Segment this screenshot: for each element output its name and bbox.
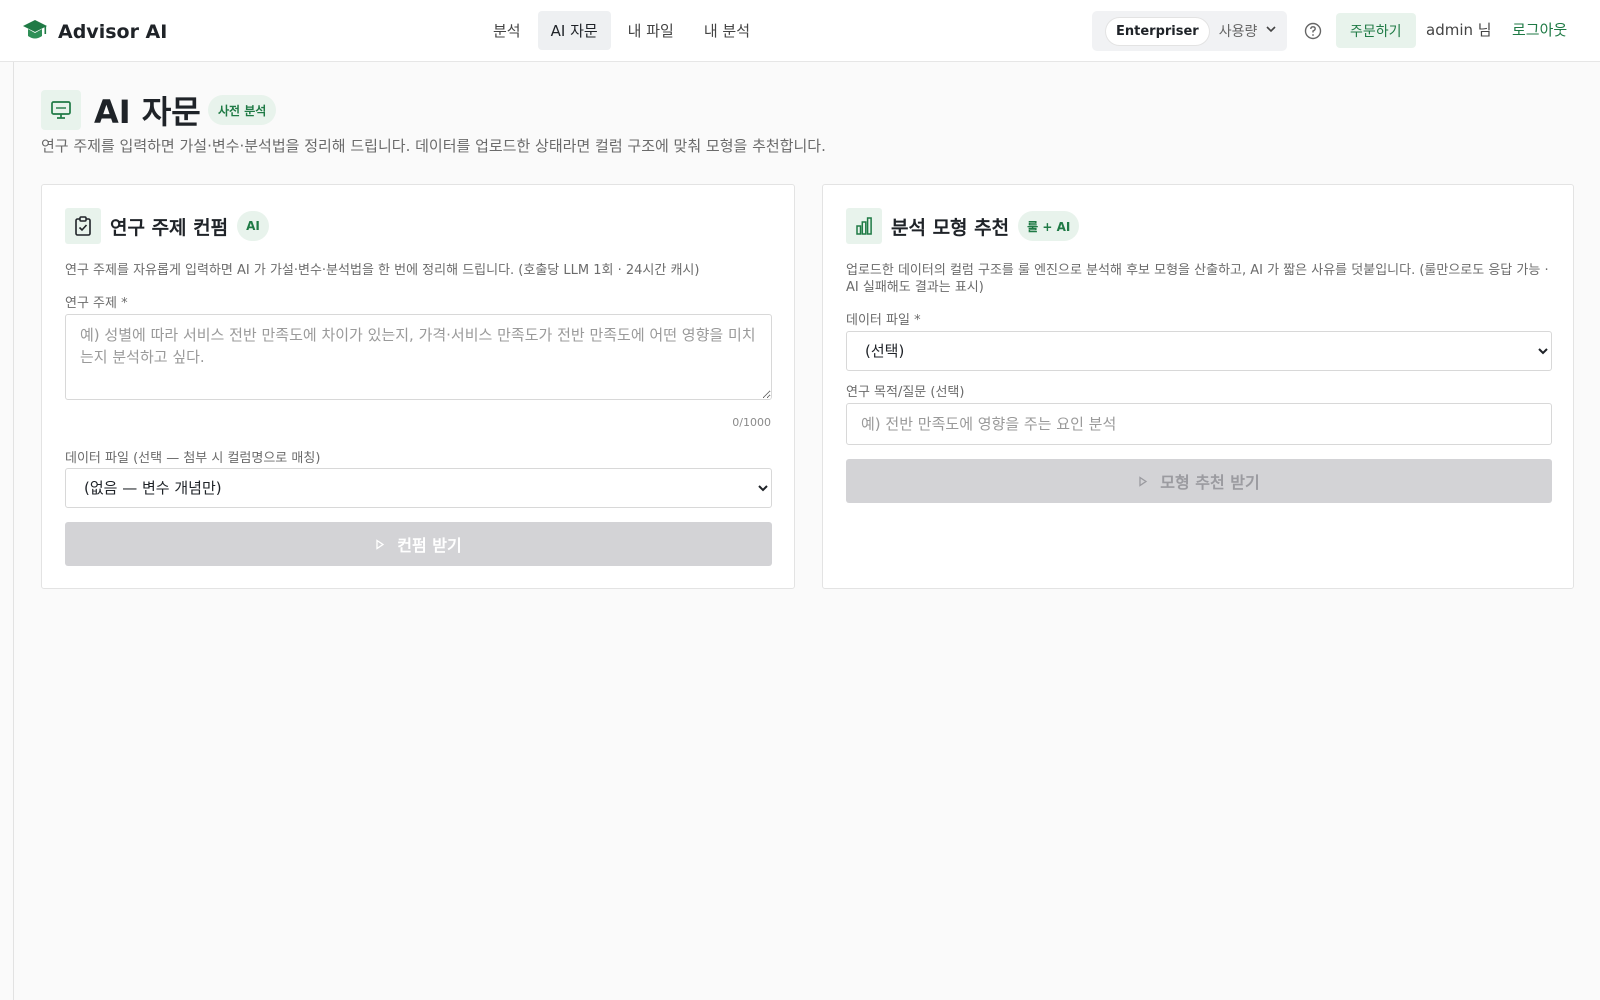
rule-ai-badge: 룰 + AI — [1018, 211, 1080, 241]
card-description: 연구 주제를 자유롭게 입력하면 AI 가 가설·변수·분석법을 한 번에 정리… — [65, 263, 700, 278]
chevron-down-icon — [1265, 23, 1277, 39]
confirm-submit-label: 컨펌 받기 — [397, 536, 462, 555]
card-header: 분석 모형 추천 룰 + AI — [846, 208, 1080, 244]
question-label: 연구 목적/질문 (선택) — [846, 385, 965, 400]
topic-textarea[interactable] — [65, 314, 772, 400]
logout-link[interactable]: 로그아웃 — [1512, 19, 1567, 40]
tab-my-files[interactable]: 내 파일 — [615, 11, 687, 50]
recommend-submit-button[interactable]: 모형 추천 받기 — [846, 459, 1552, 503]
play-icon — [1138, 472, 1148, 491]
char-counter: 0/1000 — [732, 416, 771, 429]
page-subtitle: 연구 주제를 입력하면 가설·변수·분석법을 정리해 드립니다. 데이터를 업로… — [41, 137, 826, 155]
graduation-cap-icon — [22, 17, 48, 47]
model-recommend-card: 분석 모형 추천 룰 + AI 업로드한 데이터의 컬럼 구조를 룰 엔진으로 … — [822, 184, 1574, 589]
recommend-submit-label: 모형 추천 받기 — [1160, 473, 1260, 492]
topic-label: 연구 주제 * — [65, 296, 128, 311]
data-file-select[interactable]: (없음 — 변수 개념만) — [65, 468, 772, 508]
tab-ai-consult[interactable]: AI 자문 — [537, 11, 611, 50]
confirm-submit-button[interactable]: 컨펌 받기 — [65, 522, 772, 566]
card-title: 연구 주제 컨펌 — [110, 216, 229, 239]
bar-chart-icon — [846, 208, 882, 244]
tab-analysis[interactable]: 분석 — [480, 11, 534, 50]
usage-label: 사용량 — [1218, 24, 1258, 40]
top-header: Advisor AI 분석 AI 자문 내 파일 내 분석 Enterprise… — [0, 0, 1600, 62]
sidebar-divider — [13, 62, 14, 1000]
file-label: 데이터 파일 (선택 — 첨부 시 컬럼명으로 매칭) — [65, 451, 321, 466]
user-name: admin 님 — [1426, 21, 1492, 39]
monitor-icon — [41, 90, 81, 130]
page-title: AI 자문 — [94, 93, 201, 131]
card-description: 업로드한 데이터의 컬럼 구조를 룰 엔진으로 분석해 후보 모형을 산출하고,… — [846, 263, 1549, 295]
clipboard-check-icon — [65, 208, 101, 244]
brand[interactable]: Advisor AI — [22, 17, 167, 47]
brand-name: Advisor AI — [58, 21, 168, 43]
card-header: 연구 주제 컨펌 AI — [65, 208, 269, 244]
model-data-file-select[interactable]: (선택) — [846, 331, 1552, 371]
ai-badge: AI — [237, 211, 269, 241]
help-icon[interactable] — [1304, 22, 1322, 44]
usage-group: 사용량 — [1219, 21, 1278, 41]
pre-analysis-badge: 사전 분석 — [208, 95, 277, 125]
play-icon — [375, 535, 385, 554]
file-label: 데이터 파일 * — [846, 313, 921, 328]
tab-my-analyses[interactable]: 내 분석 — [691, 11, 763, 50]
question-input[interactable] — [846, 403, 1552, 445]
main-nav: 분석 AI 자문 내 파일 내 분석 — [480, 11, 763, 50]
plan-usage-dropdown[interactable]: Enterpriser 사용량 — [1092, 11, 1287, 51]
topic-confirm-card: 연구 주제 컨펌 AI 연구 주제를 자유롭게 입력하면 AI 가 가설·변수·… — [41, 184, 795, 589]
order-button[interactable]: 주문하기 — [1336, 13, 1416, 48]
plan-badge: Enterpriser — [1106, 17, 1209, 45]
card-title: 분석 모형 추천 — [891, 216, 1010, 239]
